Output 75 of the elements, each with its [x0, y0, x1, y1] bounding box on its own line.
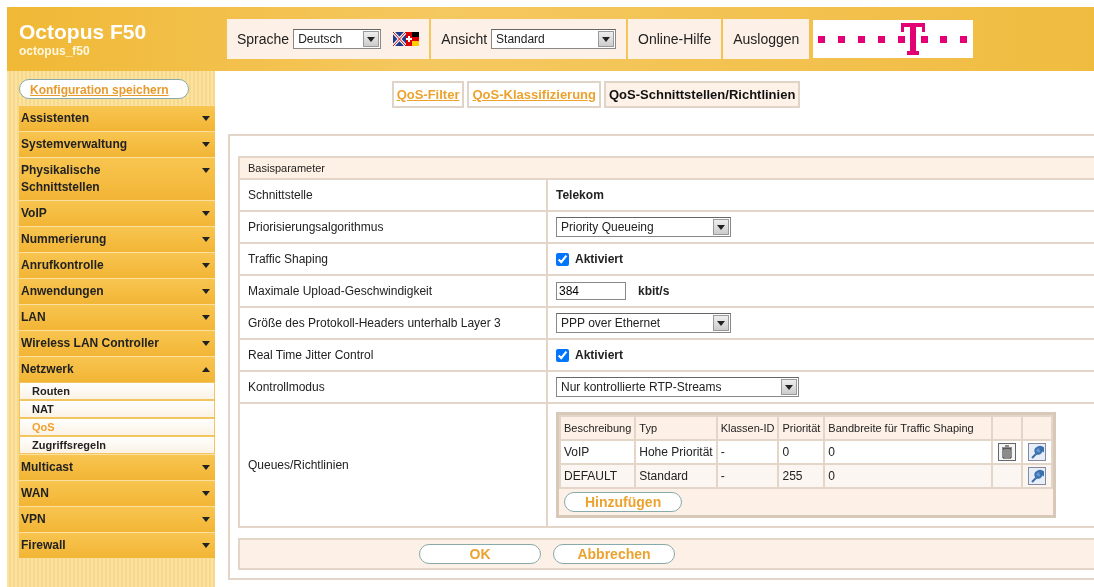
- field-label: Real Time Jitter Control: [239, 339, 547, 371]
- caret-icon: [202, 543, 210, 548]
- sidebar-item[interactable]: Netzwerk: [19, 356, 215, 382]
- field-label: Maximale Upload-Geschwindigkeit: [239, 275, 547, 307]
- sidebar-item[interactable]: VPN: [19, 506, 215, 532]
- checkbox[interactable]: [556, 252, 569, 266]
- dropdown[interactable]: Standard: [491, 29, 617, 49]
- field-label: Größe des Protokoll-Headers unterhalb Layer 3: [239, 307, 547, 339]
- sidebar-item[interactable]: Anwendungen: [19, 278, 215, 304]
- input-field[interactable]: 384: [556, 282, 626, 300]
- caret-icon: [717, 224, 725, 230]
- dropdown[interactable]: PPP over Ethernet: [556, 313, 731, 333]
- table-cell: 0: [824, 464, 993, 488]
- field-label: Priorisierungsalgorithmus: [239, 211, 547, 243]
- caret-icon: [202, 341, 210, 346]
- caret-icon: [717, 320, 725, 326]
- sidebar-item[interactable]: Anrufkontrolle: [19, 252, 215, 278]
- sidebar-item[interactable]: WAN: [19, 480, 215, 506]
- sidebar-item[interactable]: VoIP: [19, 200, 215, 226]
- caret-icon: [202, 142, 210, 147]
- caret-icon: [202, 237, 210, 242]
- sidebar-item[interactable]: Assistenten: [19, 105, 215, 131]
- tab[interactable]: QoS-Schnittstellen/Richtlinien: [604, 81, 801, 108]
- sidebar-subitem[interactable]: Routen: [19, 382, 215, 400]
- field-label: Queues/Richtlinien: [239, 403, 547, 527]
- sidebar-item[interactable]: Systemverwaltung: [19, 131, 215, 157]
- sidebar-item[interactable]: Multicast: [19, 454, 215, 480]
- app-title: Octopus F50: [19, 20, 148, 44]
- checkbox-label: Aktiviert: [575, 252, 624, 266]
- dropdown[interactable]: Priority Queueing: [556, 217, 731, 237]
- caret-icon: [202, 315, 210, 320]
- checkbox[interactable]: [556, 348, 569, 362]
- caret-icon: [602, 36, 611, 42]
- sidebar-item[interactable]: LAN: [19, 304, 215, 330]
- caret-icon: [202, 491, 210, 496]
- device-name: octopus_f50: [19, 44, 91, 58]
- interface-value: Telekom: [556, 188, 604, 202]
- caret-icon: [202, 263, 210, 268]
- language-label: Sprache: [237, 31, 290, 47]
- flags-icon: [393, 32, 420, 46]
- sidebar-item[interactable]: Firewall: [19, 532, 215, 558]
- caret-icon: [202, 465, 210, 470]
- table-cell: DEFAULT: [560, 464, 636, 488]
- sidebar-subitem[interactable]: Zugriffsregeln: [19, 436, 215, 454]
- unit-label: kbit/s: [638, 284, 670, 298]
- column-header: Klassen-ID: [716, 416, 779, 440]
- field-label: Traffic Shaping: [239, 243, 547, 275]
- caret-icon: [202, 367, 210, 372]
- caret-icon: [202, 116, 210, 121]
- wrench-icon[interactable]: [1028, 443, 1047, 461]
- column-header: Bandbreite für Traffic Shaping: [824, 416, 993, 440]
- trash-icon[interactable]: [998, 443, 1017, 461]
- caret-icon: [785, 384, 793, 390]
- field-label: Kontrollmodus: [239, 371, 547, 403]
- sidebar-item[interactable]: Wireless LAN Controller: [19, 330, 215, 356]
- field-label: Schnittstelle: [239, 179, 547, 211]
- table-cell: 0: [824, 440, 993, 464]
- section-title: Basisparameter: [239, 157, 1094, 179]
- caret-icon: [202, 517, 210, 522]
- wrench-icon[interactable]: [1028, 467, 1047, 485]
- dropdown[interactable]: Deutsch: [293, 29, 382, 49]
- table-cell: VoIP: [560, 440, 636, 464]
- caret-icon: [202, 289, 210, 294]
- sidebar-subitem[interactable]: NAT: [19, 400, 215, 418]
- dropdown[interactable]: Nur kontrollierte RTP-Streams: [556, 377, 799, 397]
- column-header: Priorität: [778, 416, 825, 440]
- checkbox-label: Aktiviert: [575, 348, 624, 362]
- caret-icon: [202, 168, 210, 173]
- column-header: Beschreibung: [560, 416, 636, 440]
- caret-icon: [367, 36, 376, 42]
- column-header: Typ: [635, 416, 717, 440]
- sidebar-item[interactable]: Physikalische Schnittstellen: [19, 157, 215, 200]
- caret-icon: [202, 211, 210, 216]
- sidebar-item[interactable]: Nummerierung: [19, 226, 215, 252]
- view-label: Ansicht: [441, 31, 488, 47]
